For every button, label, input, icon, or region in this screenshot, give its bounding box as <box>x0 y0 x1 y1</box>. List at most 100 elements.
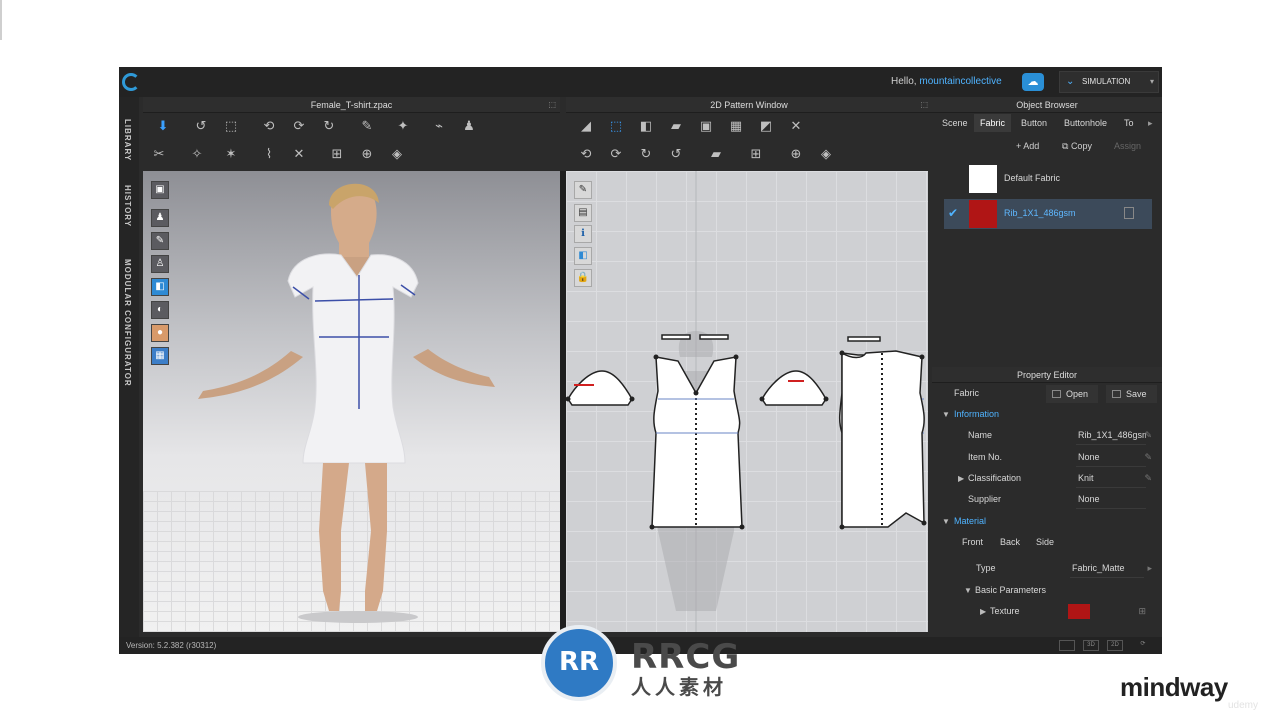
graphic-2d-icon[interactable]: ◈ <box>816 145 836 163</box>
dropdown-arrow-icon[interactable]: ▾ <box>1150 72 1154 92</box>
tab-library[interactable]: LIBRARY <box>123 119 132 161</box>
view3d-canvas[interactable]: ▣ ♟ ✎ ♙ ◧ ◐ ● ▦ <box>143 171 560 632</box>
type-row: Type Fabric_Matte ▸ <box>932 558 1162 579</box>
zipper-icon[interactable]: ⌇ <box>259 145 279 163</box>
open-button[interactable]: Open <box>1046 385 1099 403</box>
edit-pencil-icon[interactable]: ✎ <box>1144 468 1152 489</box>
view-toggle-button[interactable] <box>1059 640 1075 651</box>
tab-modular-configurator[interactable]: MODULAR CONFIGURATOR <box>123 259 132 387</box>
measure-icon[interactable]: ✂ <box>149 145 169 163</box>
cut-icon[interactable]: ✕ <box>786 117 806 135</box>
username[interactable]: mountaincollective <box>919 76 1001 87</box>
maximize-icon[interactable]: ⬚ <box>548 97 556 113</box>
add-button[interactable]: + Add <box>1016 141 1039 155</box>
watermark-line2: 人人素材 <box>631 677 727 699</box>
dropdown-arrow-icon[interactable]: ▸ <box>1147 558 1152 579</box>
cloud-sync-icon[interactable]: ☁ <box>1022 73 1044 91</box>
tab-history[interactable]: HISTORY <box>123 185 132 227</box>
select-move-icon[interactable]: ↺ <box>191 117 211 135</box>
simulation-mode-button[interactable]: ⌄ SIMULATION ▾ <box>1059 71 1159 93</box>
field-label: Supplier <box>968 494 1002 504</box>
fold-2d-icon[interactable]: ↺ <box>666 145 686 163</box>
edit-pencil-icon[interactable]: ✎ <box>1144 425 1152 446</box>
transform-pattern-icon[interactable]: ◢ <box>576 117 596 135</box>
tab-button[interactable]: Button <box>1015 114 1053 132</box>
item-no-field[interactable]: None <box>1076 449 1146 467</box>
fabric-item-default[interactable]: Default Fabric <box>944 164 1152 194</box>
view-3d-button[interactable]: 3D <box>1083 640 1099 651</box>
texture-swatch[interactable] <box>1068 604 1090 619</box>
classification-field[interactable]: Knit <box>1076 470 1146 488</box>
supplier-field[interactable]: None <box>1076 491 1146 509</box>
type-label: Type <box>976 563 996 573</box>
simulation-icon[interactable]: ⬇ <box>153 117 173 135</box>
tab-side[interactable]: Side <box>1036 532 1054 553</box>
edit-icon[interactable]: ✶ <box>221 145 241 163</box>
supplier-row: Supplier None <box>932 489 1162 510</box>
tab-back[interactable]: Back <box>1000 532 1020 553</box>
avatar-figure <box>198 183 495 623</box>
fold-icon[interactable]: ↻ <box>319 117 339 135</box>
user-greeting: Hello, mountaincollective <box>891 76 1002 87</box>
free-sewing-icon[interactable]: ↻ <box>636 145 656 163</box>
expand-triangle-icon[interactable]: ▶ <box>980 601 986 622</box>
expand-triangle-icon[interactable]: ▶ <box>958 468 964 489</box>
internal-rectangle-icon[interactable]: ▦ <box>726 117 746 135</box>
clo3d-app-window: Hello, mountaincollective ☁ ⌄ SIMULATION… <box>119 67 1162 654</box>
view2d-header: 2D Pattern Window ⬚ <box>566 97 932 113</box>
refresh-icon[interactable]: ⟳ <box>1135 640 1151 651</box>
segment-sewing-icon[interactable]: ⟳ <box>606 145 626 163</box>
texture-label: Texture <box>990 606 1020 616</box>
rrcg-watermark: RR RRCG 人人素材 <box>539 623 749 703</box>
buttonhole-2d-icon[interactable]: ⊕ <box>786 145 806 163</box>
edit-pencil-icon[interactable]: ✎ <box>1144 447 1152 468</box>
copy-button[interactable]: ⧉ Copy <box>1062 141 1092 155</box>
edit-pattern-icon[interactable]: ⬚ <box>606 117 626 135</box>
information-section[interactable]: ▼ Information <box>932 404 1162 425</box>
transform-icon[interactable]: ⬚ <box>221 117 241 135</box>
fabric-item-rib[interactable]: ✔ Rib_1X1_486gsm <box>944 199 1152 229</box>
checkmark-icon: ✔ <box>948 206 959 220</box>
material-section[interactable]: ▼ Material <box>932 511 1162 532</box>
pin-icon[interactable]: ⌁ <box>429 117 449 135</box>
bounding-box-icon[interactable]: ⟳ <box>289 117 309 135</box>
tape-icon[interactable]: ✧ <box>187 145 207 163</box>
tab-topstitch[interactable]: To <box>1118 114 1140 132</box>
rotate-icon[interactable]: ⟲ <box>259 117 279 135</box>
chevron-down-icon: ⌄ <box>1066 76 1075 87</box>
button-2d-icon[interactable]: ⊞ <box>746 145 766 163</box>
button-tool-icon[interactable]: ⊞ <box>327 145 347 163</box>
graphic-tool-icon[interactable]: ◈ <box>387 145 407 163</box>
collapse-triangle-icon: ▼ <box>964 586 972 595</box>
classification-row: ▶ Classification Knit ✎ <box>932 468 1162 489</box>
internal-polygon-icon[interactable]: ▣ <box>696 117 716 135</box>
assign-button[interactable]: Assign <box>1114 141 1141 155</box>
type-select[interactable]: Fabric_Matte <box>1070 560 1144 578</box>
tack-icon[interactable]: ✦ <box>393 117 413 135</box>
tab-buttonhole[interactable]: Buttonhole <box>1058 114 1113 132</box>
side-tabs: LIBRARY HISTORY MODULAR CONFIGURATOR <box>119 97 139 637</box>
sew-icon[interactable]: ✕ <box>289 145 309 163</box>
dart-icon[interactable]: ◩ <box>756 117 776 135</box>
tab-fabric[interactable]: Fabric <box>974 114 1012 132</box>
save-button[interactable]: Save <box>1106 385 1157 403</box>
view2d-canvas[interactable]: ✎ ▤ ℹ ◧ 🔒 <box>566 171 928 632</box>
buttonhole-tool-icon[interactable]: ⊕ <box>357 145 377 163</box>
rectangle-icon[interactable]: ▰ <box>666 117 686 135</box>
tab-front[interactable]: Front <box>962 532 983 553</box>
trash-icon[interactable] <box>1124 207 1134 219</box>
tab-scroll-icon[interactable]: ▸ <box>1146 114 1155 132</box>
polygon-icon[interactable]: ◧ <box>636 117 656 135</box>
basic-parameters-row[interactable]: ▼ Basic Parameters <box>932 580 1162 601</box>
collapse-triangle-icon: ▼ <box>942 410 950 419</box>
texture-2d-icon[interactable]: ▰ <box>706 145 726 163</box>
fabric-swatch <box>969 200 997 228</box>
view-2d-button[interactable]: 2D <box>1107 640 1123 651</box>
name-field[interactable]: Rib_1X1_486gsm <box>1076 427 1146 445</box>
avatar-icon[interactable]: ♟ <box>459 117 479 135</box>
grid-icon[interactable]: ⊞ <box>1138 601 1146 622</box>
seam-icon[interactable]: ⟲ <box>576 145 596 163</box>
pen-icon[interactable]: ✎ <box>357 117 377 135</box>
maximize-icon[interactable]: ⬚ <box>920 97 928 113</box>
tab-scene[interactable]: Scene <box>936 114 974 132</box>
